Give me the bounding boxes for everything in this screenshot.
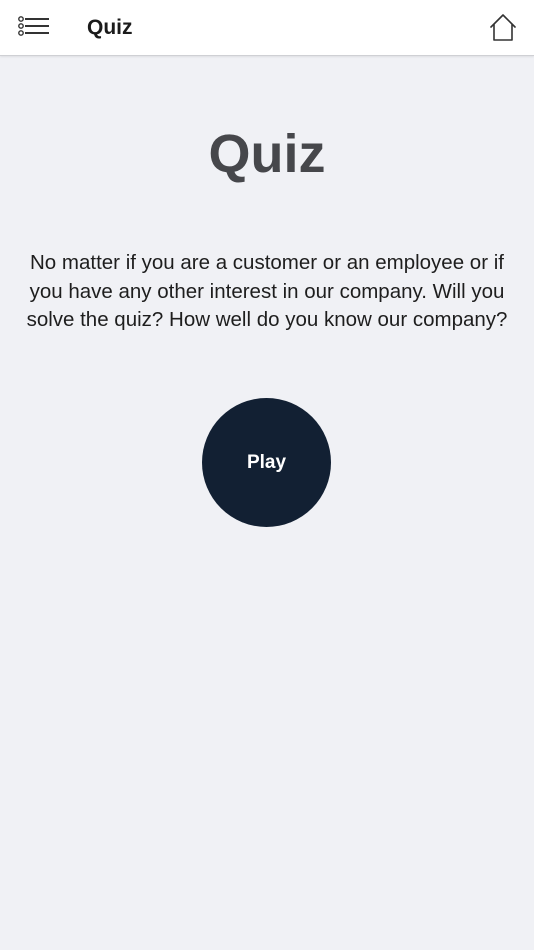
quiz-heading: Quiz: [208, 124, 326, 184]
home-button[interactable]: [488, 12, 518, 44]
quiz-intro-screen: Quiz No matter if you are a customer or …: [0, 57, 534, 950]
menu-button[interactable]: [14, 12, 54, 44]
list-menu-icon: [18, 16, 49, 36]
page-title: Quiz: [87, 16, 133, 39]
play-button[interactable]: Play: [202, 398, 331, 527]
quiz-description: No matter if you are a customer or an em…: [26, 251, 508, 331]
top-app-bar: Quiz: [0, 0, 534, 56]
home-icon: [490, 14, 516, 41]
